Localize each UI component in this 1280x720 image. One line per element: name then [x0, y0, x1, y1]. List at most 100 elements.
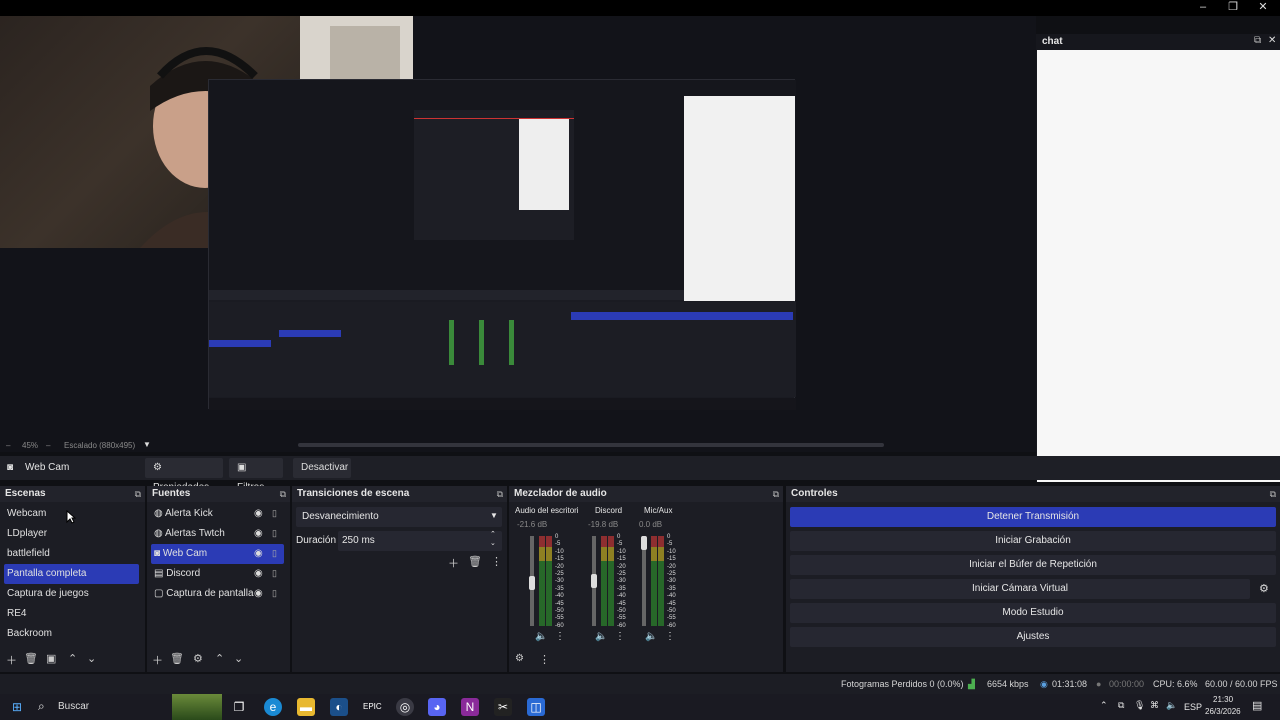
lock-icon[interactable]: ▯ — [272, 568, 277, 579]
close-icon[interactable]: ✕ — [1268, 35, 1276, 46]
more-icon[interactable]: ⋮ — [665, 631, 675, 642]
transition-select[interactable]: Desvanecimiento ▼ — [296, 507, 502, 527]
clock-date[interactable]: 26/3/2026 — [1205, 707, 1241, 716]
speaker-icon[interactable]: 🔈 — [645, 631, 657, 642]
source-item[interactable]: ◍ Alertas Twtch — [151, 524, 284, 544]
visibility-eye-icon[interactable]: ◉ — [254, 568, 263, 579]
source-item-selected[interactable]: ◙ Web Cam — [151, 544, 284, 564]
clock-time[interactable]: 21:30 — [1213, 695, 1233, 704]
move-down-icon[interactable]: ⌄ — [87, 652, 96, 665]
discord-icon[interactable]: ◕ — [428, 698, 446, 716]
studio-mode-button[interactable]: Modo Estudio — [790, 603, 1276, 623]
obs-icon[interactable]: ◎ — [396, 698, 414, 716]
scene-item-selected[interactable]: Pantalla completa — [4, 564, 139, 584]
filter-icon[interactable]: ▣ — [46, 652, 56, 665]
move-up-icon[interactable]: ⌃ — [68, 652, 77, 665]
add-source-icon[interactable]: ＋ — [152, 652, 163, 668]
lock-icon[interactable]: ▯ — [272, 588, 277, 599]
visibility-eye-icon[interactable]: ◉ — [254, 548, 263, 559]
trash-icon[interactable]: 🗑 — [170, 652, 184, 665]
settings-button[interactable]: Ajustes — [790, 627, 1276, 647]
tray-app-icon[interactable]: ⧉ — [1118, 700, 1124, 711]
chat-content[interactable] — [1037, 50, 1280, 482]
more-icon[interactable]: ⋮ — [615, 631, 625, 642]
preview-canvas[interactable] — [0, 16, 1036, 440]
visibility-eye-icon[interactable]: ◉ — [254, 528, 263, 539]
mixer-channel: Audio del escritorio -21.6 dB 0 -5 -10 -15-… — [513, 506, 581, 651]
lock-icon[interactable]: ▯ — [272, 508, 277, 519]
speaker-icon[interactable]: 🔈 — [535, 631, 547, 642]
notifications-icon[interactable]: ▤ — [1252, 699, 1262, 712]
trash-icon[interactable]: 🗑 — [468, 555, 482, 568]
scene-item[interactable]: battlefield — [4, 544, 139, 564]
source-item[interactable]: ▤ Discord — [151, 564, 284, 584]
duration-value: 250 ms — [342, 535, 375, 546]
network-icon[interactable]: ⌘ — [1150, 700, 1159, 711]
app-icon[interactable]: ◫ — [527, 698, 545, 716]
dock-float-icon[interactable]: ⧉ — [497, 486, 503, 502]
source-label: Discord — [166, 568, 201, 579]
float-icon[interactable]: ⧉ — [1254, 35, 1261, 46]
onenote-icon[interactable]: N — [461, 698, 479, 716]
start-recording-button[interactable]: Iniciar Grabación — [790, 531, 1276, 551]
microphone-icon[interactable]: 🎙 — [1134, 700, 1145, 711]
volume-fader-knob[interactable] — [641, 536, 647, 550]
source-item[interactable]: ◍ Alerta Kick — [151, 504, 284, 524]
add-transition-icon[interactable]: ＋ — [448, 555, 459, 571]
dock-float-icon[interactable]: ⧉ — [1270, 486, 1276, 502]
volume-icon[interactable]: 🔈 — [1166, 700, 1177, 711]
windows-start-icon[interactable]: ⊞ — [8, 698, 26, 716]
gear-icon[interactable]: ⚙ — [193, 652, 203, 665]
visibility-eye-icon[interactable]: ◉ — [254, 588, 263, 599]
spin-up-icon[interactable]: ⌃ — [490, 530, 496, 538]
move-up-icon[interactable]: ⌃ — [215, 652, 224, 665]
file-explorer-icon[interactable]: ▬ — [297, 698, 315, 716]
capcut-icon[interactable]: ✂ — [494, 698, 512, 716]
add-scene-icon[interactable]: ＋ — [6, 652, 17, 668]
taskbar-search[interactable]: ⌕ Buscar — [34, 697, 174, 717]
source-item[interactable]: ▢ Captura de pantalla — [151, 584, 284, 604]
more-icon[interactable]: ⋮ — [491, 555, 502, 568]
lock-icon[interactable]: ▯ — [272, 528, 277, 539]
scene-item[interactable]: LDplayer — [4, 524, 139, 544]
tray-chevron-icon[interactable]: ⌃ — [1100, 700, 1108, 711]
dock-float-icon[interactable]: ⧉ — [135, 486, 141, 502]
filters-button[interactable]: ▣ Filtros — [229, 458, 283, 493]
dock-float-icon[interactable]: ⧉ — [280, 486, 286, 502]
scene-item[interactable]: Backroom — [4, 624, 139, 644]
visibility-eye-icon[interactable]: ◉ — [254, 508, 263, 519]
chevron-down-icon[interactable]: ▼ — [143, 440, 151, 449]
scene-item[interactable]: Captura de juegos — [4, 584, 139, 604]
more-icon[interactable]: ⋮ — [555, 631, 565, 642]
start-replay-buffer-button[interactable]: Iniciar el Búfer de Repetición — [790, 555, 1276, 575]
advanced-audio-icon[interactable]: ⚙ — [515, 653, 524, 664]
lock-icon[interactable]: ▯ — [272, 548, 277, 559]
epic-games-icon[interactable]: EPIC — [363, 698, 382, 716]
gear-icon[interactable]: ⚙ — [1259, 582, 1269, 595]
task-view-icon[interactable]: ❐ — [230, 698, 248, 716]
volume-fader-knob[interactable] — [591, 574, 597, 588]
stop-stream-button[interactable]: Detener Transmisión — [790, 507, 1276, 527]
virtual-camera-button[interactable]: Iniciar Cámara Virtual — [790, 579, 1250, 599]
edge-icon[interactable]: e — [264, 698, 282, 716]
level-meter — [651, 536, 657, 626]
speaker-icon[interactable]: 🔈 — [595, 631, 607, 642]
steam-icon[interactable]: ◐ — [330, 698, 348, 716]
duration-spinbox[interactable]: 250 ms ⌃ ⌄ — [338, 531, 502, 551]
close-button[interactable]: ✕ — [1248, 0, 1278, 16]
scene-item[interactable]: RE4 — [4, 604, 139, 624]
language-indicator[interactable]: ESP — [1184, 702, 1202, 712]
horizontal-scrollbar[interactable] — [298, 443, 884, 447]
more-icon[interactable]: ⋮ — [539, 653, 550, 666]
trash-icon[interactable]: 🗑 — [24, 652, 38, 665]
zoom-in-icon[interactable]: – — [46, 441, 50, 450]
deactivate-button[interactable]: Desactivar — [293, 458, 351, 478]
minimize-button[interactable]: – — [1188, 0, 1218, 16]
spin-down-icon[interactable]: ⌄ — [490, 539, 496, 547]
zoom-out-icon[interactable]: – — [6, 441, 10, 450]
restore-button[interactable]: ❐ — [1218, 0, 1248, 16]
dock-float-icon[interactable]: ⧉ — [773, 486, 779, 502]
volume-fader-knob[interactable] — [529, 576, 535, 590]
properties-button[interactable]: ⚙ Propiedades — [145, 458, 223, 493]
move-down-icon[interactable]: ⌄ — [234, 652, 243, 665]
